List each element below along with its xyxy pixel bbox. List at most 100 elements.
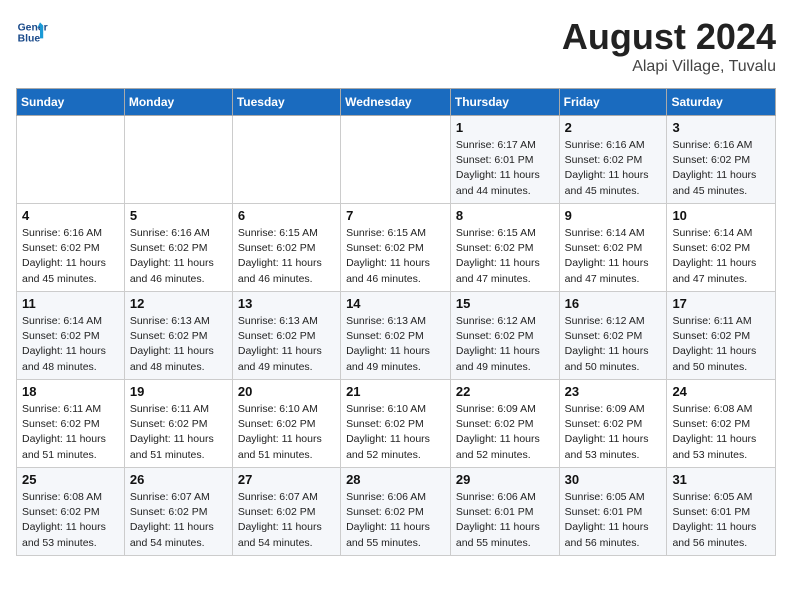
header-wednesday: Wednesday (341, 89, 451, 116)
day-number: 28 (346, 472, 445, 487)
day-info: Sunrise: 6:10 AMSunset: 6:02 PMDaylight:… (238, 402, 335, 463)
table-row: 13 Sunrise: 6:13 AMSunset: 6:02 PMDaylig… (232, 292, 340, 380)
table-row: 19 Sunrise: 6:11 AMSunset: 6:02 PMDaylig… (124, 380, 232, 468)
day-info: Sunrise: 6:13 AMSunset: 6:02 PMDaylight:… (238, 314, 335, 375)
calendar-week-row: 11 Sunrise: 6:14 AMSunset: 6:02 PMDaylig… (17, 292, 776, 380)
day-number: 26 (130, 472, 227, 487)
day-number: 24 (672, 384, 770, 399)
calendar-week-row: 1 Sunrise: 6:17 AMSunset: 6:01 PMDayligh… (17, 116, 776, 204)
table-row: 24 Sunrise: 6:08 AMSunset: 6:02 PMDaylig… (667, 380, 776, 468)
calendar-subtitle: Alapi Village, Tuvalu (562, 58, 776, 76)
day-info: Sunrise: 6:09 AMSunset: 6:02 PMDaylight:… (565, 402, 662, 463)
svg-text:General: General (18, 22, 48, 33)
day-info: Sunrise: 6:11 AMSunset: 6:02 PMDaylight:… (22, 402, 119, 463)
table-row: 27 Sunrise: 6:07 AMSunset: 6:02 PMDaylig… (232, 468, 340, 556)
table-row: 1 Sunrise: 6:17 AMSunset: 6:01 PMDayligh… (450, 116, 559, 204)
table-row: 29 Sunrise: 6:06 AMSunset: 6:01 PMDaylig… (450, 468, 559, 556)
day-info: Sunrise: 6:16 AMSunset: 6:02 PMDaylight:… (672, 138, 770, 199)
day-info: Sunrise: 6:15 AMSunset: 6:02 PMDaylight:… (238, 226, 335, 287)
day-number: 27 (238, 472, 335, 487)
table-row: 28 Sunrise: 6:06 AMSunset: 6:02 PMDaylig… (341, 468, 451, 556)
day-info: Sunrise: 6:08 AMSunset: 6:02 PMDaylight:… (672, 402, 770, 463)
day-number: 30 (565, 472, 662, 487)
day-info: Sunrise: 6:12 AMSunset: 6:02 PMDaylight:… (456, 314, 554, 375)
calendar-week-row: 18 Sunrise: 6:11 AMSunset: 6:02 PMDaylig… (17, 380, 776, 468)
day-info: Sunrise: 6:10 AMSunset: 6:02 PMDaylight:… (346, 402, 445, 463)
table-row: 4 Sunrise: 6:16 AMSunset: 6:02 PMDayligh… (17, 204, 125, 292)
table-row: 25 Sunrise: 6:08 AMSunset: 6:02 PMDaylig… (17, 468, 125, 556)
day-number: 18 (22, 384, 119, 399)
table-row: 3 Sunrise: 6:16 AMSunset: 6:02 PMDayligh… (667, 116, 776, 204)
table-row: 31 Sunrise: 6:05 AMSunset: 6:01 PMDaylig… (667, 468, 776, 556)
day-info: Sunrise: 6:05 AMSunset: 6:01 PMDaylight:… (565, 490, 662, 551)
table-row (232, 116, 340, 204)
day-info: Sunrise: 6:06 AMSunset: 6:01 PMDaylight:… (456, 490, 554, 551)
day-info: Sunrise: 6:11 AMSunset: 6:02 PMDaylight:… (672, 314, 770, 375)
weekday-header-row: Sunday Monday Tuesday Wednesday Thursday… (17, 89, 776, 116)
day-info: Sunrise: 6:08 AMSunset: 6:02 PMDaylight:… (22, 490, 119, 551)
calendar-table: Sunday Monday Tuesday Wednesday Thursday… (16, 88, 776, 556)
day-info: Sunrise: 6:11 AMSunset: 6:02 PMDaylight:… (130, 402, 227, 463)
calendar-week-row: 4 Sunrise: 6:16 AMSunset: 6:02 PMDayligh… (17, 204, 776, 292)
header-friday: Friday (559, 89, 667, 116)
day-number: 5 (130, 208, 227, 223)
day-info: Sunrise: 6:12 AMSunset: 6:02 PMDaylight:… (565, 314, 662, 375)
day-info: Sunrise: 6:06 AMSunset: 6:02 PMDaylight:… (346, 490, 445, 551)
table-row: 23 Sunrise: 6:09 AMSunset: 6:02 PMDaylig… (559, 380, 667, 468)
table-row: 9 Sunrise: 6:14 AMSunset: 6:02 PMDayligh… (559, 204, 667, 292)
day-number: 3 (672, 120, 770, 135)
day-number: 8 (456, 208, 554, 223)
table-row: 26 Sunrise: 6:07 AMSunset: 6:02 PMDaylig… (124, 468, 232, 556)
day-number: 31 (672, 472, 770, 487)
day-number: 25 (22, 472, 119, 487)
day-number: 4 (22, 208, 119, 223)
header-tuesday: Tuesday (232, 89, 340, 116)
table-row: 11 Sunrise: 6:14 AMSunset: 6:02 PMDaylig… (17, 292, 125, 380)
day-info: Sunrise: 6:15 AMSunset: 6:02 PMDaylight:… (456, 226, 554, 287)
table-row: 12 Sunrise: 6:13 AMSunset: 6:02 PMDaylig… (124, 292, 232, 380)
day-number: 10 (672, 208, 770, 223)
calendar-title: August 2024 (562, 16, 776, 58)
title-area: August 2024 Alapi Village, Tuvalu (562, 16, 776, 76)
header: General Blue August 2024 Alapi Village, … (16, 16, 776, 76)
header-saturday: Saturday (667, 89, 776, 116)
table-row: 14 Sunrise: 6:13 AMSunset: 6:02 PMDaylig… (341, 292, 451, 380)
table-row: 15 Sunrise: 6:12 AMSunset: 6:02 PMDaylig… (450, 292, 559, 380)
table-row (17, 116, 125, 204)
table-row (341, 116, 451, 204)
day-info: Sunrise: 6:17 AMSunset: 6:01 PMDaylight:… (456, 138, 554, 199)
day-info: Sunrise: 6:14 AMSunset: 6:02 PMDaylight:… (22, 314, 119, 375)
day-number: 22 (456, 384, 554, 399)
logo: General Blue (16, 16, 48, 48)
day-info: Sunrise: 6:13 AMSunset: 6:02 PMDaylight:… (346, 314, 445, 375)
day-number: 17 (672, 296, 770, 311)
logo-icon: General Blue (16, 16, 48, 48)
day-info: Sunrise: 6:07 AMSunset: 6:02 PMDaylight:… (130, 490, 227, 551)
table-row: 21 Sunrise: 6:10 AMSunset: 6:02 PMDaylig… (341, 380, 451, 468)
day-info: Sunrise: 6:16 AMSunset: 6:02 PMDaylight:… (22, 226, 119, 287)
svg-text:Blue: Blue (18, 34, 41, 45)
day-info: Sunrise: 6:05 AMSunset: 6:01 PMDaylight:… (672, 490, 770, 551)
header-thursday: Thursday (450, 89, 559, 116)
day-number: 1 (456, 120, 554, 135)
table-row: 22 Sunrise: 6:09 AMSunset: 6:02 PMDaylig… (450, 380, 559, 468)
header-monday: Monday (124, 89, 232, 116)
day-info: Sunrise: 6:15 AMSunset: 6:02 PMDaylight:… (346, 226, 445, 287)
table-row: 16 Sunrise: 6:12 AMSunset: 6:02 PMDaylig… (559, 292, 667, 380)
day-number: 14 (346, 296, 445, 311)
day-number: 7 (346, 208, 445, 223)
day-info: Sunrise: 6:09 AMSunset: 6:02 PMDaylight:… (456, 402, 554, 463)
day-number: 9 (565, 208, 662, 223)
table-row: 5 Sunrise: 6:16 AMSunset: 6:02 PMDayligh… (124, 204, 232, 292)
day-number: 29 (456, 472, 554, 487)
day-number: 2 (565, 120, 662, 135)
table-row: 17 Sunrise: 6:11 AMSunset: 6:02 PMDaylig… (667, 292, 776, 380)
day-info: Sunrise: 6:14 AMSunset: 6:02 PMDaylight:… (565, 226, 662, 287)
day-number: 23 (565, 384, 662, 399)
table-row: 8 Sunrise: 6:15 AMSunset: 6:02 PMDayligh… (450, 204, 559, 292)
day-number: 15 (456, 296, 554, 311)
day-info: Sunrise: 6:13 AMSunset: 6:02 PMDaylight:… (130, 314, 227, 375)
day-info: Sunrise: 6:16 AMSunset: 6:02 PMDaylight:… (130, 226, 227, 287)
table-row (124, 116, 232, 204)
day-number: 16 (565, 296, 662, 311)
